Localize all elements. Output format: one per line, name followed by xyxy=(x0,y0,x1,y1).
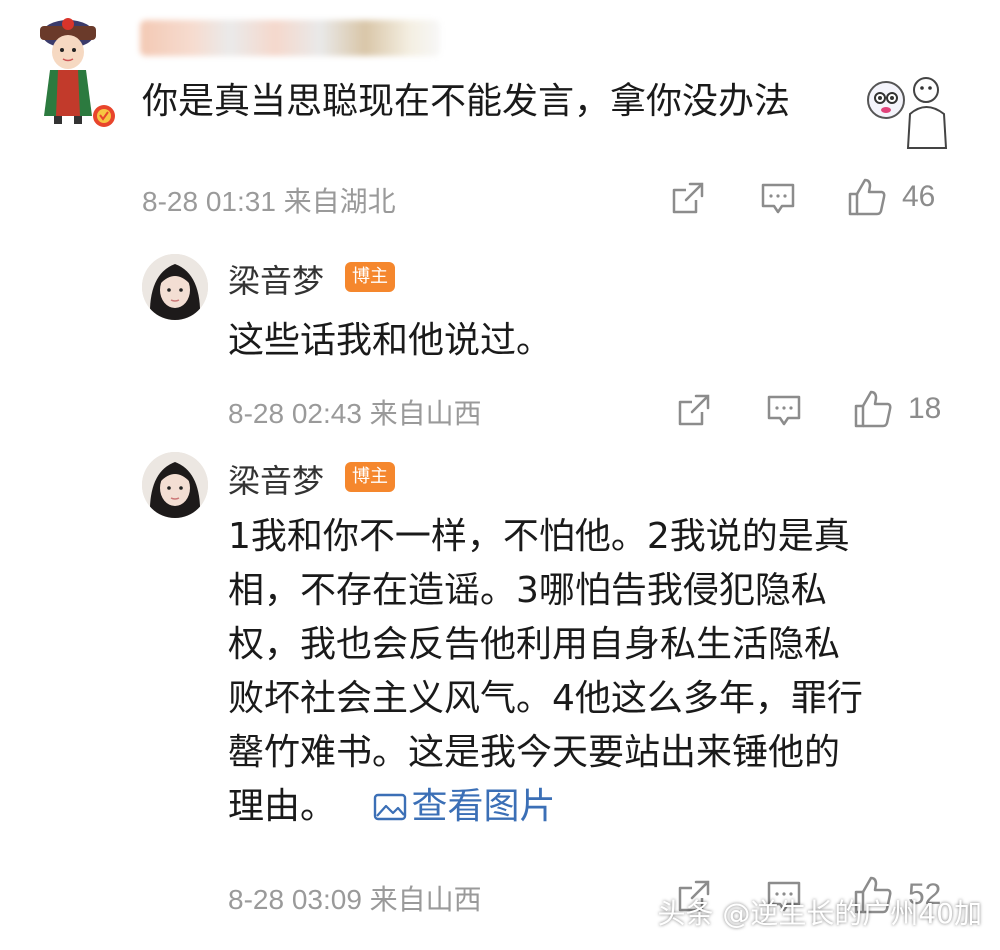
blogger-badge: 博主 xyxy=(345,462,395,492)
watermark: 头条 @逆生长的广州40加 xyxy=(657,897,982,930)
comment-time: 8-28 03:09 xyxy=(228,884,362,915)
avatar[interactable] xyxy=(142,452,208,518)
view-picture-link[interactable]: 查看图片 xyxy=(373,786,555,827)
reply-2: 梁音梦 博主 1我和你不一样，不怕他。2我说的是真 相，不存在造谣。3哪怕告我侵… xyxy=(0,0,1000,950)
reply-text: 1我和你不一样，不怕他。2我说的是真 相，不存在造谣。3哪怕告我侵犯隐私 权，我… xyxy=(228,510,948,834)
picture-icon xyxy=(374,793,407,821)
reply-line: 1我和你不一样，不怕他。2我说的是真 xyxy=(228,516,850,557)
author-name[interactable]: 梁音梦 xyxy=(228,456,324,502)
reply-line-last: 理由。 查看图片 xyxy=(228,780,948,834)
comment-location: 来自山西 xyxy=(369,883,482,916)
reply-line: 败坏社会主义风气。4他这么多年，罪行 xyxy=(228,678,863,719)
reply-line: 权，我也会反告他利用自身私生活隐私 xyxy=(228,624,841,665)
reply-line: 罄竹难书。这是我今天要站出来锤他的 xyxy=(228,732,841,773)
view-picture-label: 查看图片 xyxy=(411,786,556,827)
reply-line: 相，不存在造谣。3哪怕告我侵犯隐私 xyxy=(228,570,827,611)
comment-meta: 8-28 03:09 来自山西 xyxy=(228,878,482,918)
reply-line: 理由。 xyxy=(228,786,337,827)
